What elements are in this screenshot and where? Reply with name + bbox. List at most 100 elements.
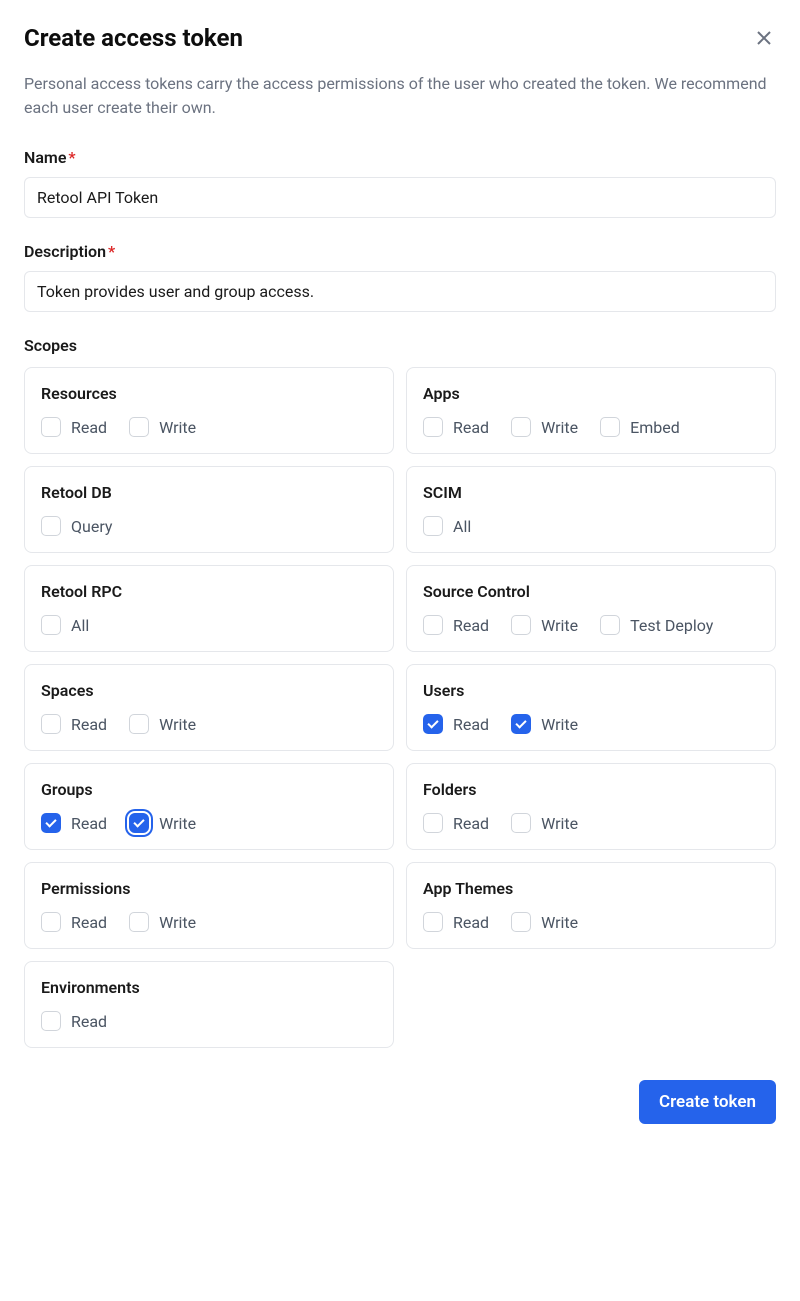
dialog-footer: Create token: [24, 1080, 776, 1124]
folders-read-checkbox[interactable]: [423, 813, 443, 833]
groups-read-checkbox[interactable]: [41, 813, 61, 833]
permissions-read-checkbox[interactable]: [41, 912, 61, 932]
scope-sourcecontrol-title: Source Control: [423, 582, 759, 601]
resources-read-checkbox[interactable]: [41, 417, 61, 437]
users-read-checkbox[interactable]: [423, 714, 443, 734]
sourcecontrol-testdeploy-checkbox[interactable]: [600, 615, 620, 635]
required-indicator: *: [68, 148, 75, 167]
groups-write-label: Write: [159, 814, 196, 833]
sourcecontrol-write-checkbox[interactable]: [511, 615, 531, 635]
scope-appthemes-options: Read Write: [423, 912, 759, 932]
retooldb-query-option[interactable]: Query: [41, 516, 112, 536]
retooldb-query-label: Query: [71, 517, 112, 536]
environments-read-option[interactable]: Read: [41, 1011, 107, 1031]
appthemes-read-checkbox[interactable]: [423, 912, 443, 932]
scope-retoolrpc: Retool RPC All: [24, 565, 394, 652]
apps-read-option[interactable]: Read: [423, 417, 489, 437]
folders-read-label: Read: [453, 814, 489, 833]
scope-environments-options: Read: [41, 1011, 377, 1031]
apps-read-checkbox[interactable]: [423, 417, 443, 437]
sourcecontrol-write-label: Write: [541, 616, 578, 635]
resources-read-option[interactable]: Read: [41, 417, 107, 437]
spaces-read-option[interactable]: Read: [41, 714, 107, 734]
groups-read-label: Read: [71, 814, 107, 833]
appthemes-read-option[interactable]: Read: [423, 912, 489, 932]
sourcecontrol-testdeploy-option[interactable]: Test Deploy: [600, 615, 713, 635]
apps-write-option[interactable]: Write: [511, 417, 578, 437]
groups-write-checkbox[interactable]: [129, 813, 149, 833]
sourcecontrol-testdeploy-label: Test Deploy: [630, 616, 713, 635]
sourcecontrol-write-option[interactable]: Write: [511, 615, 578, 635]
groups-read-option[interactable]: Read: [41, 813, 107, 833]
scopes-label: Scopes: [24, 336, 776, 355]
dialog-header: Create access token: [24, 24, 776, 52]
resources-read-label: Read: [71, 418, 107, 437]
users-write-label: Write: [541, 715, 578, 734]
apps-write-checkbox[interactable]: [511, 417, 531, 437]
retoolrpc-all-option[interactable]: All: [41, 615, 89, 635]
spaces-write-checkbox[interactable]: [129, 714, 149, 734]
appthemes-write-checkbox[interactable]: [511, 912, 531, 932]
scope-resources-options: Read Write: [41, 417, 377, 437]
scope-appthemes-title: App Themes: [423, 879, 759, 898]
scope-spaces-title: Spaces: [41, 681, 377, 700]
description-input[interactable]: [24, 271, 776, 312]
scope-resources: Resources Read Write: [24, 367, 394, 454]
permissions-read-option[interactable]: Read: [41, 912, 107, 932]
environments-read-checkbox[interactable]: [41, 1011, 61, 1031]
scope-scim-title: SCIM: [423, 483, 759, 502]
resources-write-option[interactable]: Write: [129, 417, 196, 437]
groups-write-option[interactable]: Write: [129, 813, 196, 833]
name-label-text: Name: [24, 148, 66, 167]
scim-all-checkbox[interactable]: [423, 516, 443, 536]
scope-environments: Environments Read: [24, 961, 394, 1048]
scim-all-option[interactable]: All: [423, 516, 471, 536]
spaces-write-option[interactable]: Write: [129, 714, 196, 734]
scope-environments-title: Environments: [41, 978, 377, 997]
scope-appthemes: App Themes Read Write: [406, 862, 776, 949]
scope-scim-options: All: [423, 516, 759, 536]
retoolrpc-all-checkbox[interactable]: [41, 615, 61, 635]
scope-retooldb-options: Query: [41, 516, 377, 536]
spaces-read-label: Read: [71, 715, 107, 734]
scope-folders-title: Folders: [423, 780, 759, 799]
close-icon[interactable]: [752, 26, 776, 50]
folders-read-option[interactable]: Read: [423, 813, 489, 833]
scope-permissions-title: Permissions: [41, 879, 377, 898]
required-indicator: *: [108, 242, 115, 261]
scope-users-title: Users: [423, 681, 759, 700]
scopes-grid: Resources Read Write Apps Read Write: [24, 367, 776, 1048]
apps-read-label: Read: [453, 418, 489, 437]
apps-embed-checkbox[interactable]: [600, 417, 620, 437]
scope-scim: SCIM All: [406, 466, 776, 553]
users-write-checkbox[interactable]: [511, 714, 531, 734]
sourcecontrol-read-checkbox[interactable]: [423, 615, 443, 635]
scope-apps: Apps Read Write Embed: [406, 367, 776, 454]
users-write-option[interactable]: Write: [511, 714, 578, 734]
description-label: Description*: [24, 242, 776, 261]
folders-write-label: Write: [541, 814, 578, 833]
name-label: Name*: [24, 148, 776, 167]
scope-sourcecontrol-options: Read Write Test Deploy: [423, 615, 759, 635]
sourcecontrol-read-option[interactable]: Read: [423, 615, 489, 635]
resources-write-checkbox[interactable]: [129, 417, 149, 437]
scope-folders-options: Read Write: [423, 813, 759, 833]
dialog-description: Personal access tokens carry the access …: [24, 72, 776, 120]
sourcecontrol-read-label: Read: [453, 616, 489, 635]
create-token-button[interactable]: Create token: [639, 1080, 776, 1124]
folders-write-option[interactable]: Write: [511, 813, 578, 833]
users-read-option[interactable]: Read: [423, 714, 489, 734]
name-input[interactable]: [24, 177, 776, 218]
spaces-read-checkbox[interactable]: [41, 714, 61, 734]
folders-write-checkbox[interactable]: [511, 813, 531, 833]
apps-embed-option[interactable]: Embed: [600, 417, 680, 437]
scope-groups: Groups Read Write: [24, 763, 394, 850]
retooldb-query-checkbox[interactable]: [41, 516, 61, 536]
scim-all-label: All: [453, 517, 471, 536]
appthemes-write-option[interactable]: Write: [511, 912, 578, 932]
environments-read-label: Read: [71, 1012, 107, 1031]
scope-permissions-options: Read Write: [41, 912, 377, 932]
spaces-write-label: Write: [159, 715, 196, 734]
permissions-write-option[interactable]: Write: [129, 912, 196, 932]
permissions-write-checkbox[interactable]: [129, 912, 149, 932]
